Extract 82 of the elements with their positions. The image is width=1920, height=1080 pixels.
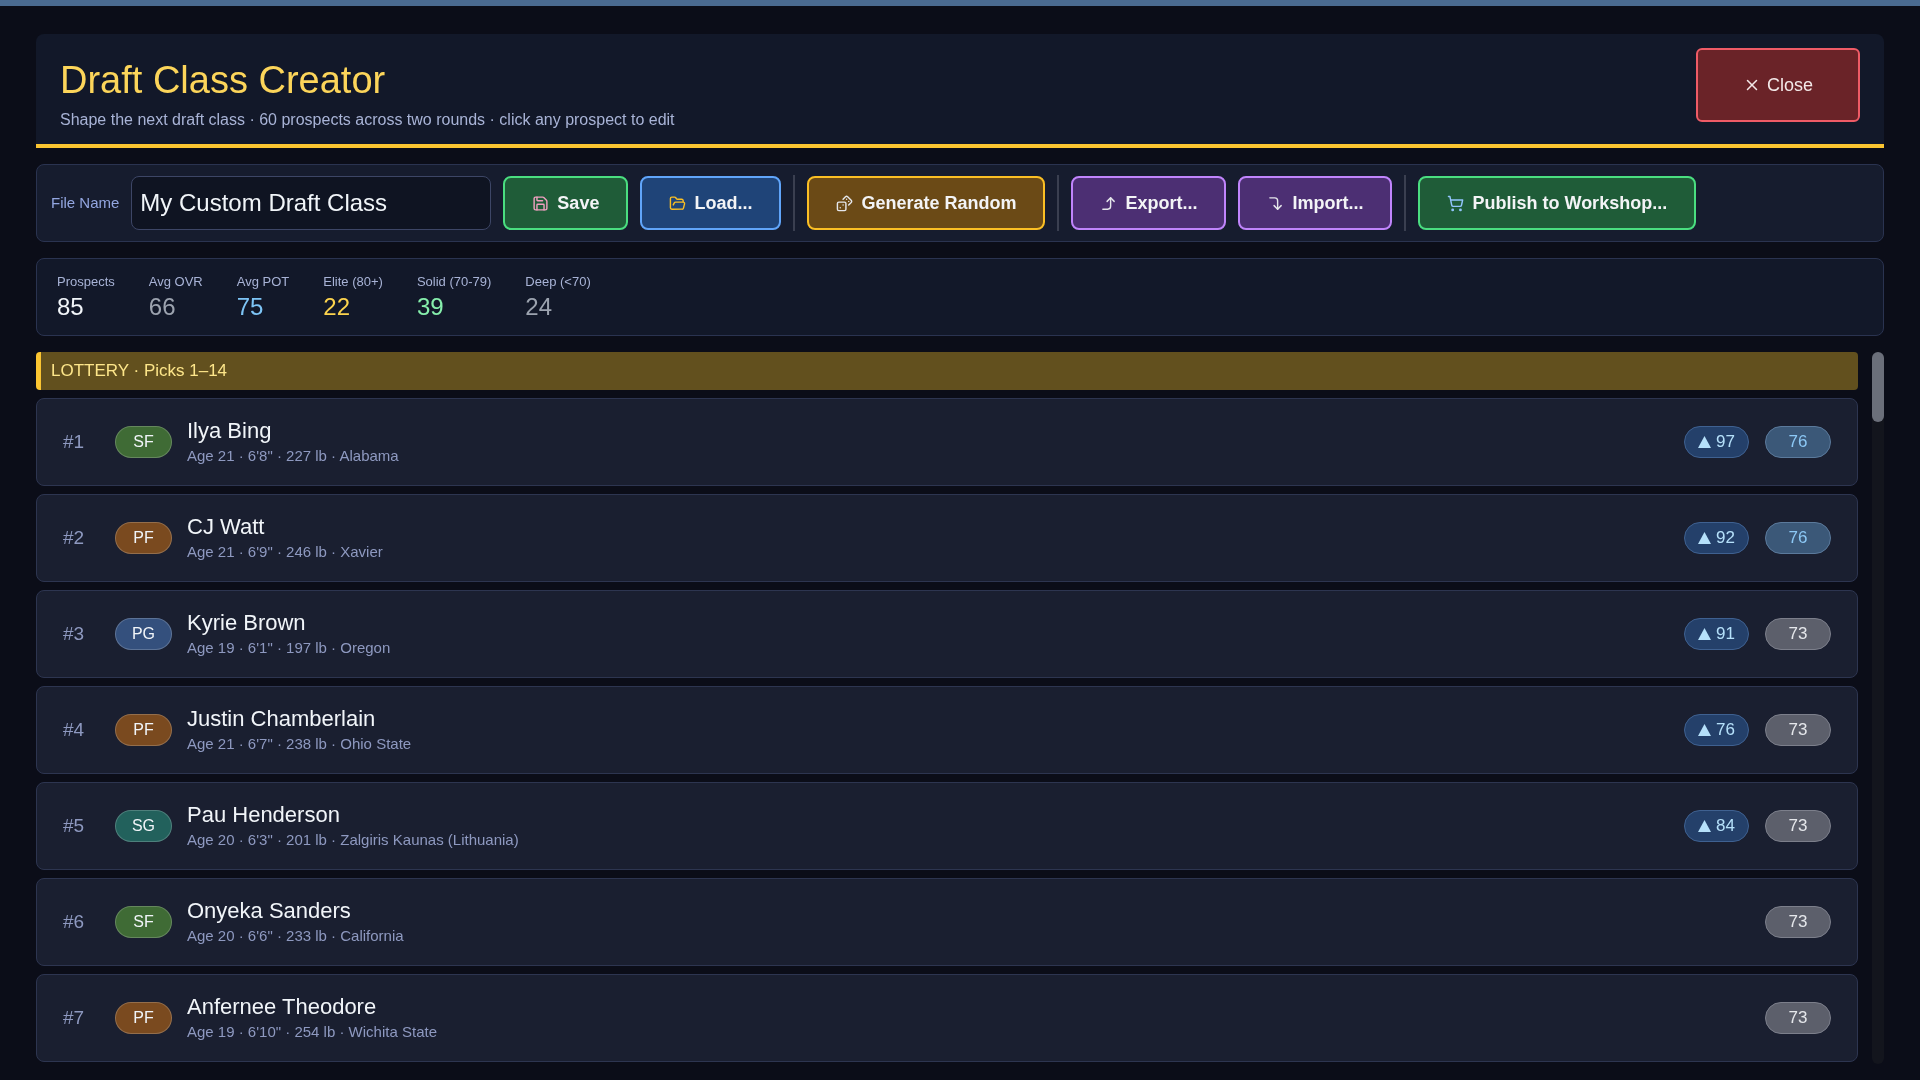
toolbar-button[interactable]: Export... [1071, 176, 1227, 230]
toolbar-button[interactable]: Import... [1238, 176, 1393, 230]
position-badge: SF [115, 426, 172, 458]
pick-number: #7 [63, 1005, 86, 1030]
potential-badge: 91 [1684, 618, 1749, 650]
pick-number: #1 [63, 429, 86, 454]
pick-number: #6 [63, 909, 86, 934]
rating-badge: 73 [1765, 618, 1831, 650]
prospect-row[interactable]: #2 PF CJ Watt Age 21 · 6'9" · 246 lb · Xavier 92 76 [36, 494, 1858, 582]
triangle-icon [1698, 820, 1712, 832]
prospect-row[interactable]: #7 PF Anfernee Theodore Age 19 · 6'10" · 254 lb · Wichita State 73 [36, 974, 1858, 1062]
prospect-details: Age 20 · 6'6" · 233 lb · California [187, 925, 405, 946]
prospect-row[interactable]: #3 PG Kyrie Brown Age 19 · 6'1" · 197 lb · Oregon 91 73 [36, 590, 1858, 678]
toolbar-button[interactable]: Publish to Workshop... [1418, 176, 1697, 230]
field-label: File Name [51, 192, 120, 213]
triangle-icon [1698, 628, 1712, 640]
potential-badge: 92 [1684, 522, 1749, 554]
prospect-row[interactable]: #6 SF Onyeka Sanders Age 20 · 6'6" · 233 lb · California 73 [36, 878, 1858, 966]
pick-number: #4 [63, 717, 86, 742]
scrollbar[interactable] [1872, 352, 1884, 1064]
prospect-name: Justin Chamberlain [187, 704, 377, 733]
toolbar-button[interactable]: Save [503, 176, 629, 230]
section-header: LOTTERY · Picks 1–14 [36, 352, 1858, 390]
prospect-details: Age 21 · 6'7" · 238 lb · Ohio State [187, 733, 413, 754]
rating-badge: 73 [1765, 1002, 1831, 1034]
stat-value: 85 [57, 291, 85, 322]
prospect-row[interactable]: #5 SG Pau Henderson Age 20 · 6'3" · 201 lb · Zalgiris Kaunas (Lithuania) 84 73 [36, 782, 1858, 870]
stat-value: 22 [323, 291, 351, 322]
potential-badge: 97 [1684, 426, 1749, 458]
rating-badge: 73 [1765, 714, 1831, 746]
dice-icon [836, 194, 854, 212]
potential-badge: 76 [1684, 714, 1749, 746]
pick-number: #5 [63, 813, 86, 838]
stat-label: Deep (<70) [525, 273, 591, 292]
cart-icon [1447, 194, 1465, 212]
prospect-details: Age 19 · 6'10" · 254 lb · Wichita State [187, 1021, 438, 1042]
prospect-name: Pau Henderson [187, 800, 341, 829]
position-badge: PF [115, 522, 172, 554]
rating-badge: 76 [1765, 426, 1831, 458]
stat-label: Avg POT [236, 273, 290, 292]
rating-badge: 73 [1765, 810, 1831, 842]
prospect-name: Anfernee Theodore [187, 992, 378, 1021]
stat-value: 24 [525, 291, 554, 322]
stat-label: Avg OVR [148, 273, 203, 292]
close-button[interactable]: Close [1696, 48, 1860, 122]
stat-label: Solid (70-79) [416, 273, 492, 292]
prospect-name: CJ Watt [187, 512, 266, 541]
position-badge: PF [115, 1002, 172, 1034]
prospect-details: Age 21 · 6'9" · 246 lb · Xavier [187, 541, 384, 562]
stat-value: 75 [236, 291, 265, 322]
potential-badge: 84 [1684, 810, 1749, 842]
file-name-field[interactable]: My Custom Draft Class [131, 176, 492, 230]
prospect-name: Onyeka Sanders [187, 896, 352, 925]
position-badge: PF [115, 714, 172, 746]
prospect-details: Age 20 · 6'3" · 201 lb · Zalgiris Kaunas (Lithuania) [187, 829, 520, 850]
stat-value: 66 [148, 291, 177, 322]
toolbar-button[interactable]: Load... [640, 176, 782, 230]
position-badge: SF [115, 906, 172, 938]
triangle-icon [1698, 436, 1712, 448]
pick-number: #3 [63, 621, 86, 646]
prospect-name: Ilya Bing [187, 416, 273, 445]
stat-label: Elite (80+) [323, 273, 383, 292]
position-badge: PG [115, 618, 172, 650]
arrow-up-icon [1100, 194, 1118, 212]
stat-value: 39 [416, 291, 445, 322]
prospect-name: Kyrie Brown [187, 608, 307, 637]
folder-icon [669, 194, 687, 212]
position-badge: SG [115, 810, 172, 842]
arrow-down-icon [1267, 194, 1285, 212]
toolbar-button[interactable]: Generate Random [807, 176, 1046, 230]
window-title: Draft Class Creator [60, 58, 387, 102]
triangle-icon [1698, 724, 1712, 736]
subtitle: Shape the next draft class · 60 prospects across two rounds · click any prospect to edit [60, 110, 675, 130]
prospect-row[interactable]: #1 SF Ilya Bing Age 21 · 6'8" · 227 lb · Alabama 97 76 [36, 398, 1858, 486]
rating-badge: 73 [1765, 906, 1831, 938]
triangle-icon [1698, 532, 1712, 544]
pick-number: #2 [63, 525, 86, 550]
stat-label: Prospects [57, 273, 115, 292]
rating-badge: 76 [1765, 522, 1831, 554]
prospect-details: Age 19 · 6'1" · 197 lb · Oregon [187, 637, 392, 658]
prospect-row[interactable]: #4 PF Justin Chamberlain Age 21 · 6'7" · 238 lb · Ohio State 76 73 [36, 686, 1858, 774]
prospect-details: Age 21 · 6'8" · 227 lb · Alabama [187, 445, 400, 466]
